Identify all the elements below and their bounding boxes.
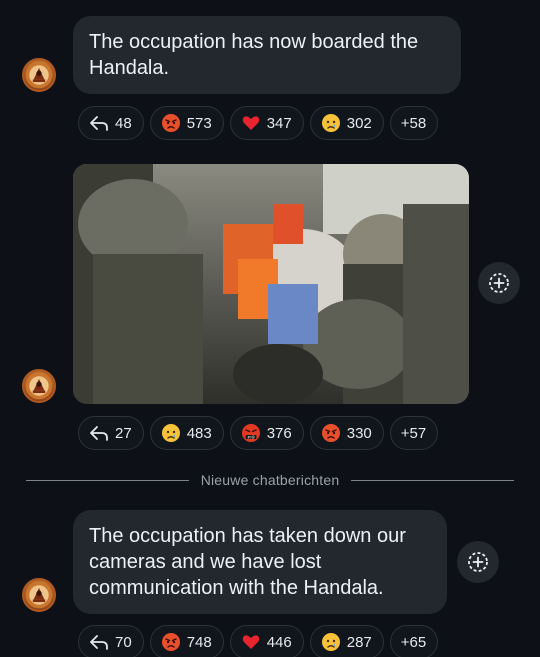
message-text: The occupation has now boarded the Handa…: [89, 31, 419, 79]
reaction-count: 573: [186, 114, 212, 132]
reaction-angry[interactable]: 573: [149, 106, 224, 140]
add-reaction-button[interactable]: [478, 262, 520, 304]
message-bubble[interactable]: The occupation has now boarded the Handa…: [73, 16, 461, 94]
reaction-cursing[interactable]: #!@ 376: [229, 416, 304, 450]
crying-face-icon: [161, 423, 181, 443]
reply-count: 48: [115, 114, 132, 132]
reaction-angry[interactable]: 330: [309, 416, 384, 450]
reply-count: 27: [115, 424, 132, 442]
reply-button[interactable]: 27: [78, 416, 144, 450]
red-heart-icon: [241, 632, 261, 652]
more-reactions-button[interactable]: +65: [389, 625, 439, 657]
video-thumbnail[interactable]: [73, 164, 469, 404]
cursing-face-icon: #!@: [241, 423, 261, 443]
more-reactions-button[interactable]: +58: [389, 106, 439, 140]
reaction-crying[interactable]: 483: [149, 416, 224, 450]
divider-label: Nieuwe chatberichten: [200, 472, 340, 488]
add-reaction-icon: [489, 273, 509, 293]
more-reactions-label: +57: [400, 424, 427, 442]
reaction-count: 748: [186, 633, 212, 651]
reaction-count: 287: [346, 633, 372, 651]
more-reactions-button[interactable]: +57: [389, 416, 439, 450]
reaction-bar: 48 573 347 302 +58: [78, 106, 439, 140]
reaction-count: 446: [266, 633, 292, 651]
reaction-count: 347: [266, 114, 292, 132]
more-reactions-label: +58: [400, 114, 427, 132]
add-reaction-icon: [468, 552, 488, 572]
reaction-bar: 70 748 446 287 +65: [78, 625, 439, 657]
channel-avatar[interactable]: [22, 578, 56, 612]
crying-face-icon: [321, 113, 341, 133]
svg-text:#!@: #!@: [247, 435, 255, 439]
reaction-crying[interactable]: 302: [309, 106, 384, 140]
message-text: The occupation has taken down our camera…: [89, 525, 406, 599]
channel-avatar[interactable]: [22, 58, 56, 92]
angry-face-icon: [161, 632, 181, 652]
reaction-count: 483: [186, 424, 212, 442]
divider-line: [26, 479, 189, 481]
reaction-bar: 27 483 #!@ 376 330 +57: [78, 416, 439, 450]
channel-avatar[interactable]: [22, 369, 56, 403]
reply-button[interactable]: 70: [78, 625, 144, 657]
reply-count: 70: [115, 633, 132, 651]
more-reactions-label: +65: [400, 633, 427, 651]
reaction-heart[interactable]: 347: [229, 106, 304, 140]
message-bubble[interactable]: The occupation has taken down our camera…: [73, 510, 447, 614]
divider-line: [351, 479, 515, 481]
reply-arrow-icon: [89, 423, 109, 443]
reply-arrow-icon: [89, 113, 109, 133]
red-heart-icon: [241, 113, 261, 133]
crying-face-icon: [321, 632, 341, 652]
reaction-angry[interactable]: 748: [149, 625, 224, 657]
reaction-count: 302: [346, 114, 372, 132]
angry-face-icon: [321, 423, 341, 443]
new-messages-divider: Nieuwe chatberichten: [26, 470, 515, 490]
reaction-heart[interactable]: 446: [229, 625, 304, 657]
add-reaction-button[interactable]: [457, 541, 499, 583]
reply-arrow-icon: [89, 632, 109, 652]
angry-face-icon: [161, 113, 181, 133]
reply-button[interactable]: 48: [78, 106, 144, 140]
reaction-count: 330: [346, 424, 372, 442]
reaction-crying[interactable]: 287: [309, 625, 384, 657]
reaction-count: 376: [266, 424, 292, 442]
